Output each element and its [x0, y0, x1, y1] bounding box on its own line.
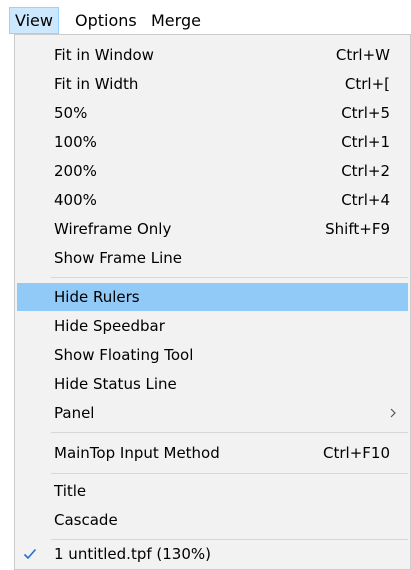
menu-item-label: Hide Speedbar — [54, 317, 165, 335]
menu-merge[interactable]: Merge — [146, 7, 206, 34]
menu-item-maintop-input-method[interactable]: MainTop Input Method Ctrl+F10 — [17, 439, 408, 467]
checkmark-icon — [23, 548, 37, 560]
menu-item-zoom-200[interactable]: 200% Ctrl+2 — [17, 157, 408, 185]
menu-item-hide-speedbar[interactable]: Hide Speedbar — [17, 312, 408, 340]
menu-item-label: 400% — [54, 191, 97, 209]
menu-item-shortcut: Ctrl+F10 — [323, 444, 390, 462]
menu-item-label: Show Frame Line — [54, 249, 183, 267]
menu-item-label: Title — [54, 482, 87, 500]
view-menu-dropdown: Fit in Window Ctrl+W Fit in Width Ctrl+[… — [14, 34, 411, 570]
menu-item-shortcut: Ctrl+1 — [341, 133, 390, 151]
menu-item-label: Cascade — [54, 511, 118, 529]
menu-view[interactable]: View — [9, 7, 59, 34]
menu-item-shortcut: Ctrl+W — [335, 46, 390, 64]
menu-item-shortcut: Shift+F9 — [325, 220, 390, 238]
menu-item-label: Hide Rulers — [54, 288, 140, 306]
menu-item-zoom-400[interactable]: 400% Ctrl+4 — [17, 186, 408, 214]
menu-separator — [51, 432, 408, 433]
menu-item-label: Hide Status Line — [54, 375, 177, 393]
menu-item-hide-rulers[interactable]: Hide Rulers — [17, 283, 408, 311]
menu-item-label: 50% — [54, 104, 88, 122]
menu-item-label: Fit in Width — [54, 75, 139, 93]
menu-options[interactable]: Options — [70, 7, 142, 34]
menu-item-wireframe-only[interactable]: Wireframe Only Shift+F9 — [17, 215, 408, 243]
menu-item-label: 1 untitled.tpf (130%) — [54, 545, 211, 563]
menu-item-show-frame-line[interactable]: Show Frame Line — [17, 244, 408, 272]
menu-item-cascade[interactable]: Cascade — [17, 506, 408, 534]
menu-item-shortcut: Ctrl+[ — [344, 75, 390, 93]
menu-item-label: Panel — [54, 404, 95, 422]
menu-item-label: Show Floating Tool — [54, 346, 194, 364]
menu-item-shortcut: Ctrl+4 — [341, 191, 390, 209]
menu-separator — [51, 277, 408, 278]
menu-item-show-floating-tool[interactable]: Show Floating Tool — [17, 341, 408, 369]
menu-item-zoom-50[interactable]: 50% Ctrl+5 — [17, 99, 408, 127]
menu-item-label: MainTop Input Method — [54, 444, 220, 462]
menu-item-hide-status-line[interactable]: Hide Status Line — [17, 370, 408, 398]
menu-item-label: Wireframe Only — [54, 220, 172, 238]
menu-item-zoom-100[interactable]: 100% Ctrl+1 — [17, 128, 408, 156]
menu-separator — [51, 473, 408, 474]
menu-item-shortcut: Ctrl+2 — [341, 162, 390, 180]
menu-item-label: 100% — [54, 133, 97, 151]
menu-item-label: 200% — [54, 162, 97, 180]
menu-item-label: Fit in Window — [54, 46, 154, 64]
menu-bar: View Options Merge — [0, 0, 411, 37]
menu-item-panel[interactable]: Panel — [17, 399, 408, 427]
menu-item-fit-in-width[interactable]: Fit in Width Ctrl+[ — [17, 70, 408, 98]
menu-item-shortcut: Ctrl+5 — [341, 104, 390, 122]
menu-item-fit-in-window[interactable]: Fit in Window Ctrl+W — [17, 41, 408, 69]
menu-item-window-1[interactable]: 1 untitled.tpf (130%) — [17, 540, 408, 568]
menu-item-title[interactable]: Title — [17, 477, 408, 505]
chevron-right-icon — [390, 408, 396, 418]
